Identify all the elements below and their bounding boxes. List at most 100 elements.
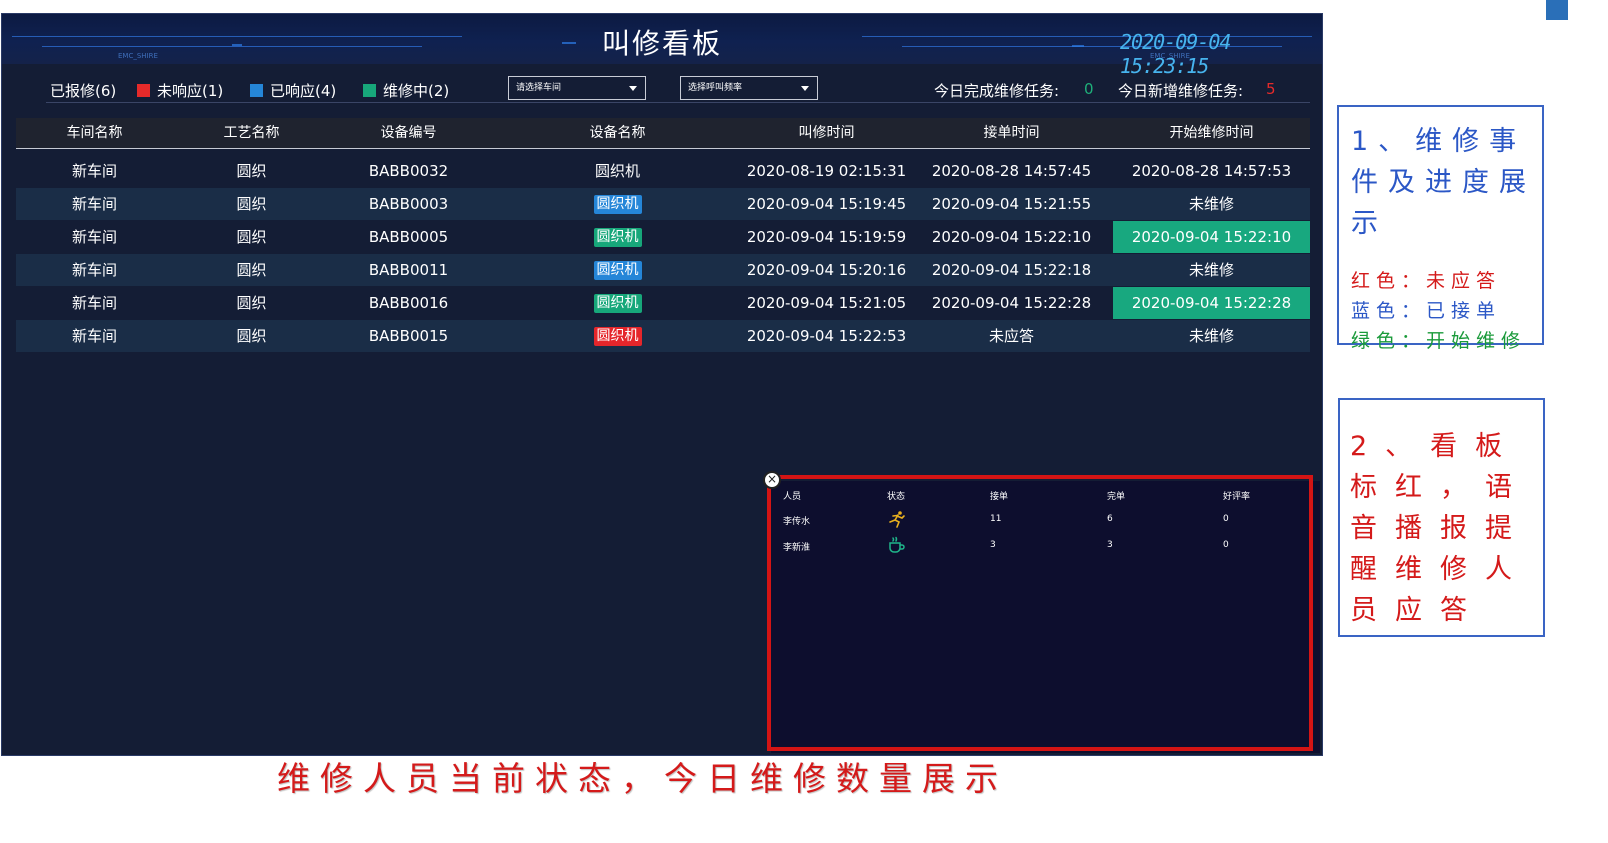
cell-device-code: BABB0011 [368,261,449,279]
table-row[interactable]: 新车间 圆织 BABB0015 圆织机 2020-09-04 15:22:53 未应答 未维… [16,320,1310,352]
staff-column-header: 好评率 [1223,492,1251,502]
annotation-text: 2、看板标红，语音播报提醒维修人员应答 [1350,431,1530,626]
status-row: 已报修(6) 未响应(1) 已响应(4) 维修中(2) 请选择车间 选择呼叫频率… [2,76,1322,104]
cell-device-name: 圆织机 [536,287,699,319]
cell-process: 圆织 [236,327,267,345]
cell-workshop: 新车间 [71,294,117,312]
cell-process: 圆织 [236,261,267,279]
cell-start-time: 2020-09-04 15:22:28 [1113,287,1310,319]
annotation-box-1: 1、维修事件及进度展示 红色：未应答 蓝色：已接单 绿色：开始维修 [1337,105,1544,352]
staff-name: 李新淮 [783,543,811,553]
table-row[interactable]: 新车间 圆织 BABB0005 圆织机 2020-09-04 15:19:59 2020-… [16,221,1310,253]
staff-completed: 3 [1107,540,1113,550]
cell-workshop: 新车间 [71,162,117,180]
cell-device-code: BABB0015 [368,327,449,345]
cell-call-time: 2020-09-04 15:19:59 [746,228,907,246]
device-status-tag: 圆织机 [593,261,642,280]
cell-workshop: 新车间 [71,228,117,246]
cell-accept-time: 2020-09-04 15:21:55 [931,195,1092,213]
column-header: 设备名称 [589,125,646,141]
cell-workshop: 新车间 [71,195,117,213]
repairing-count: 维修中(2) [383,82,450,100]
workshop-select-placeholder: 请选择车间 [516,83,562,93]
corner-decoration [1546,0,1568,20]
cell-process: 圆织 [236,162,267,180]
staff-completed: 6 [1107,514,1113,524]
legend-note-green: 绿色：开始维修 [1351,330,1527,352]
column-header: 接单时间 [983,125,1040,141]
device-status-tag: 圆织机 [593,228,642,247]
cell-device-name: 圆织机 [594,162,640,180]
staff-column-header: 完单 [1107,492,1126,502]
table-header: 车间名称 工艺名称 设备编号 设备名称 叫修时间 接单时间 开始维修时间 [16,118,1310,149]
table-row[interactable]: 新车间 圆织 BABB0003 圆织机 2020-09-04 15:19:45 2020-… [16,188,1310,220]
completed-value: 0 [1084,80,1094,98]
staff-column-header: 接单 [990,492,1009,502]
cell-device-code: BABB0016 [368,294,449,312]
cell-accept-time: 2020-09-04 15:22:10 [931,228,1092,246]
clock-sub-label: EMC_SHIRE [1150,52,1190,60]
cell-start-time: 未维修 [1188,195,1234,213]
cell-process: 圆织 [236,228,267,246]
frequency-select[interactable]: 选择呼叫频率 [680,76,818,100]
staff-panel: 人员 状态 接单 完单 好评率 李传水 11 6 0 李新淮 3 3 0 [771,481,1320,753]
staff-column-header: 状态 [887,492,906,502]
workshop-select[interactable]: 请选择车间 [508,76,646,100]
cell-device-code: BABB0032 [368,162,449,180]
unresponded-count: 未响应(1) [157,82,224,100]
cell-process: 圆织 [236,294,267,312]
cell-accept-time: 2020-09-04 15:22:28 [931,294,1092,312]
cell-start-time: 2020-08-28 14:57:53 [1131,162,1292,180]
annotation-box-2: 2、看板标红，语音播报提醒维修人员应答 [1338,398,1545,637]
table-row[interactable]: 新车间 圆织 BABB0032 圆织机 2020-08-19 02:15:31 2020-… [16,155,1310,187]
staff-accepted: 3 [990,540,996,550]
legend-green-square [363,84,376,97]
responded-count: 已响应(4) [270,82,337,100]
cell-start-time: 未维修 [1188,327,1234,345]
device-status-tag: 圆织机 [593,294,642,313]
legend-note-red: 红色：未应答 [1351,270,1502,292]
annotation-title: 1、维修事件及进度展示 [1351,126,1536,239]
cell-call-time: 2020-09-04 15:20:16 [746,261,907,279]
staff-column-header: 人员 [783,492,802,502]
cell-call-time: 2020-09-04 15:19:45 [746,195,907,213]
table-row[interactable]: 新车间 圆织 BABB0011 圆织机 2020-09-04 15:20:16 2020-… [16,254,1310,286]
legend-note-blue: 蓝色：已接单 [1351,300,1502,322]
close-icon[interactable]: × [763,471,781,489]
device-status-tag: 圆织机 [593,327,642,346]
chevron-down-icon [629,86,637,91]
new-tasks-label: 今日新增维修任务: [1118,82,1244,100]
cell-device-name: 圆织机 [536,221,699,253]
cell-accept-time: 未应答 [988,327,1034,345]
cell-workshop: 新车间 [71,327,117,345]
header-bar: EMC_SHIRE 叫修看板 2020-09-04 15:23:15 EMC_S… [2,14,1322,78]
cell-device-code: BABB0005 [368,228,449,246]
column-header: 开始维修时间 [1169,125,1254,141]
cell-process: 圆织 [236,195,267,213]
cell-call-time: 2020-09-04 15:21:05 [746,294,907,312]
running-person-icon [887,510,907,531]
new-tasks-value: 5 [1266,80,1276,98]
cell-accept-time: 2020-08-28 14:57:45 [931,162,1092,180]
column-header: 设备编号 [380,125,437,141]
cell-call-time: 2020-08-19 02:15:31 [746,162,907,180]
reported-count: 已报修(6) [50,82,117,100]
cell-call-time: 2020-09-04 15:22:53 [746,327,907,345]
cell-device-name: 圆织机 [536,254,699,286]
cell-device-code: BABB0003 [368,195,449,213]
cell-device-name: 圆织机 [536,188,699,220]
frequency-select-placeholder: 选择呼叫频率 [688,83,743,93]
bottom-caption: 维修人员当前状态，今日维修数量展示 [277,759,1008,798]
legend-red-square [137,84,150,97]
cell-start-time: 2020-09-04 15:22:10 [1113,221,1310,253]
staff-accepted: 11 [990,514,1002,524]
staff-name: 李传水 [783,517,811,527]
device-status-tag: 圆织机 [593,195,642,214]
staff-rating: 0 [1223,514,1229,524]
table-row[interactable]: 新车间 圆织 BABB0016 圆织机 2020-09-04 15:21:05 2020-… [16,287,1310,319]
cell-start-time: 未维修 [1188,261,1234,279]
column-header: 工艺名称 [223,125,280,141]
column-header: 叫修时间 [798,125,855,141]
divider [46,102,1310,103]
cell-device-name: 圆织机 [536,320,699,352]
